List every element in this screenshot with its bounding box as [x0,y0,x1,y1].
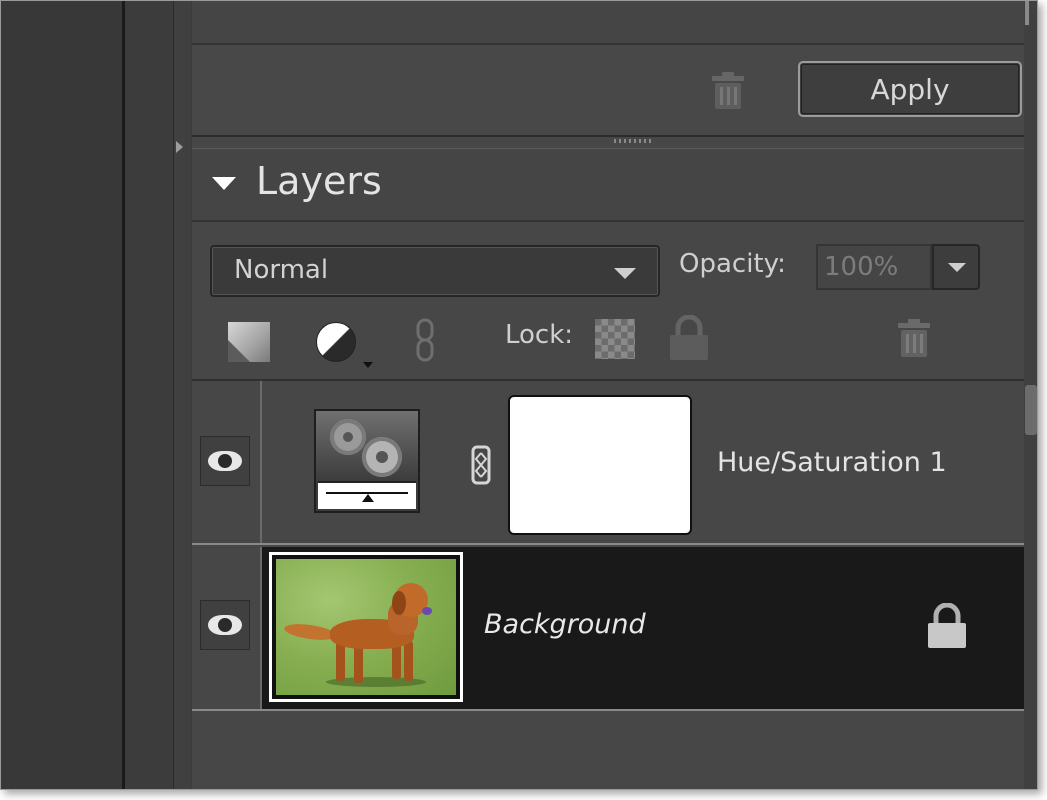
gutter [125,1,173,789]
layer-row-selected[interactable]: Background [192,547,1024,711]
slider-graphic [318,481,416,509]
gear-icon [362,437,402,477]
chevron-down-icon [614,268,636,279]
dog-photo-thumbnail [276,559,456,695]
app-window: Apply Layers Normal Opacity: 100% Lock: [0,0,1038,790]
lock-icon [926,602,968,653]
visibility-toggle[interactable] [200,600,250,650]
visibility-toggle[interactable] [200,436,250,486]
opacity-label: Opacity: [679,249,786,279]
layers-panel-title: Layers [256,159,382,203]
expand-arrow-icon[interactable] [176,141,183,153]
eye-icon [208,451,242,471]
opacity-dropdown-button[interactable] [932,244,980,290]
panel-collapse-strip[interactable] [173,1,191,789]
adjustment-panel-area [192,1,1024,45]
layer-mask-thumbnail[interactable] [508,395,692,535]
delete-layer-icon[interactable] [896,317,932,363]
adjustment-layer-icon[interactable] [316,322,356,362]
lock-all-icon[interactable] [668,314,710,365]
eye-icon [208,615,242,635]
layers-panel-header[interactable]: Layers [192,148,1037,222]
lock-label: Lock: [505,320,574,350]
new-layer-icon[interactable] [228,322,270,362]
visibility-column [192,547,262,709]
scrollbar-thumb[interactable] [1025,1,1029,25]
resize-grip[interactable] [614,139,654,143]
layer-name[interactable]: Background [484,609,646,640]
layer-row[interactable]: Hue/Saturation 1 [192,379,1024,545]
lock-transparent-pixels-icon[interactable] [595,319,635,359]
collapse-triangle-icon[interactable] [212,177,236,190]
link-icon[interactable] [416,318,434,362]
apply-button[interactable]: Apply [798,61,1022,117]
apply-bar: Apply [192,45,1024,137]
layer-thumbnail[interactable] [269,552,463,702]
gear-icon [330,419,366,455]
opacity-input[interactable]: 100% [816,244,932,290]
visibility-column [192,381,262,543]
blend-mode-select[interactable]: Normal [210,245,660,297]
layers-empty-area [192,713,1024,789]
canvas-area [1,1,122,789]
blend-mode-value: Normal [234,255,329,285]
layer-name[interactable]: Hue/Saturation 1 [717,447,947,478]
layers-scrollbar-thumb[interactable] [1025,385,1037,435]
chevron-down-icon[interactable] [363,362,373,368]
trash-icon[interactable] [710,71,746,115]
panel-bin: Apply Layers Normal Opacity: 100% Lock: [192,1,1037,789]
chain-icon[interactable] [468,445,494,485]
adjustment-layer-thumbnail[interactable] [314,409,420,513]
